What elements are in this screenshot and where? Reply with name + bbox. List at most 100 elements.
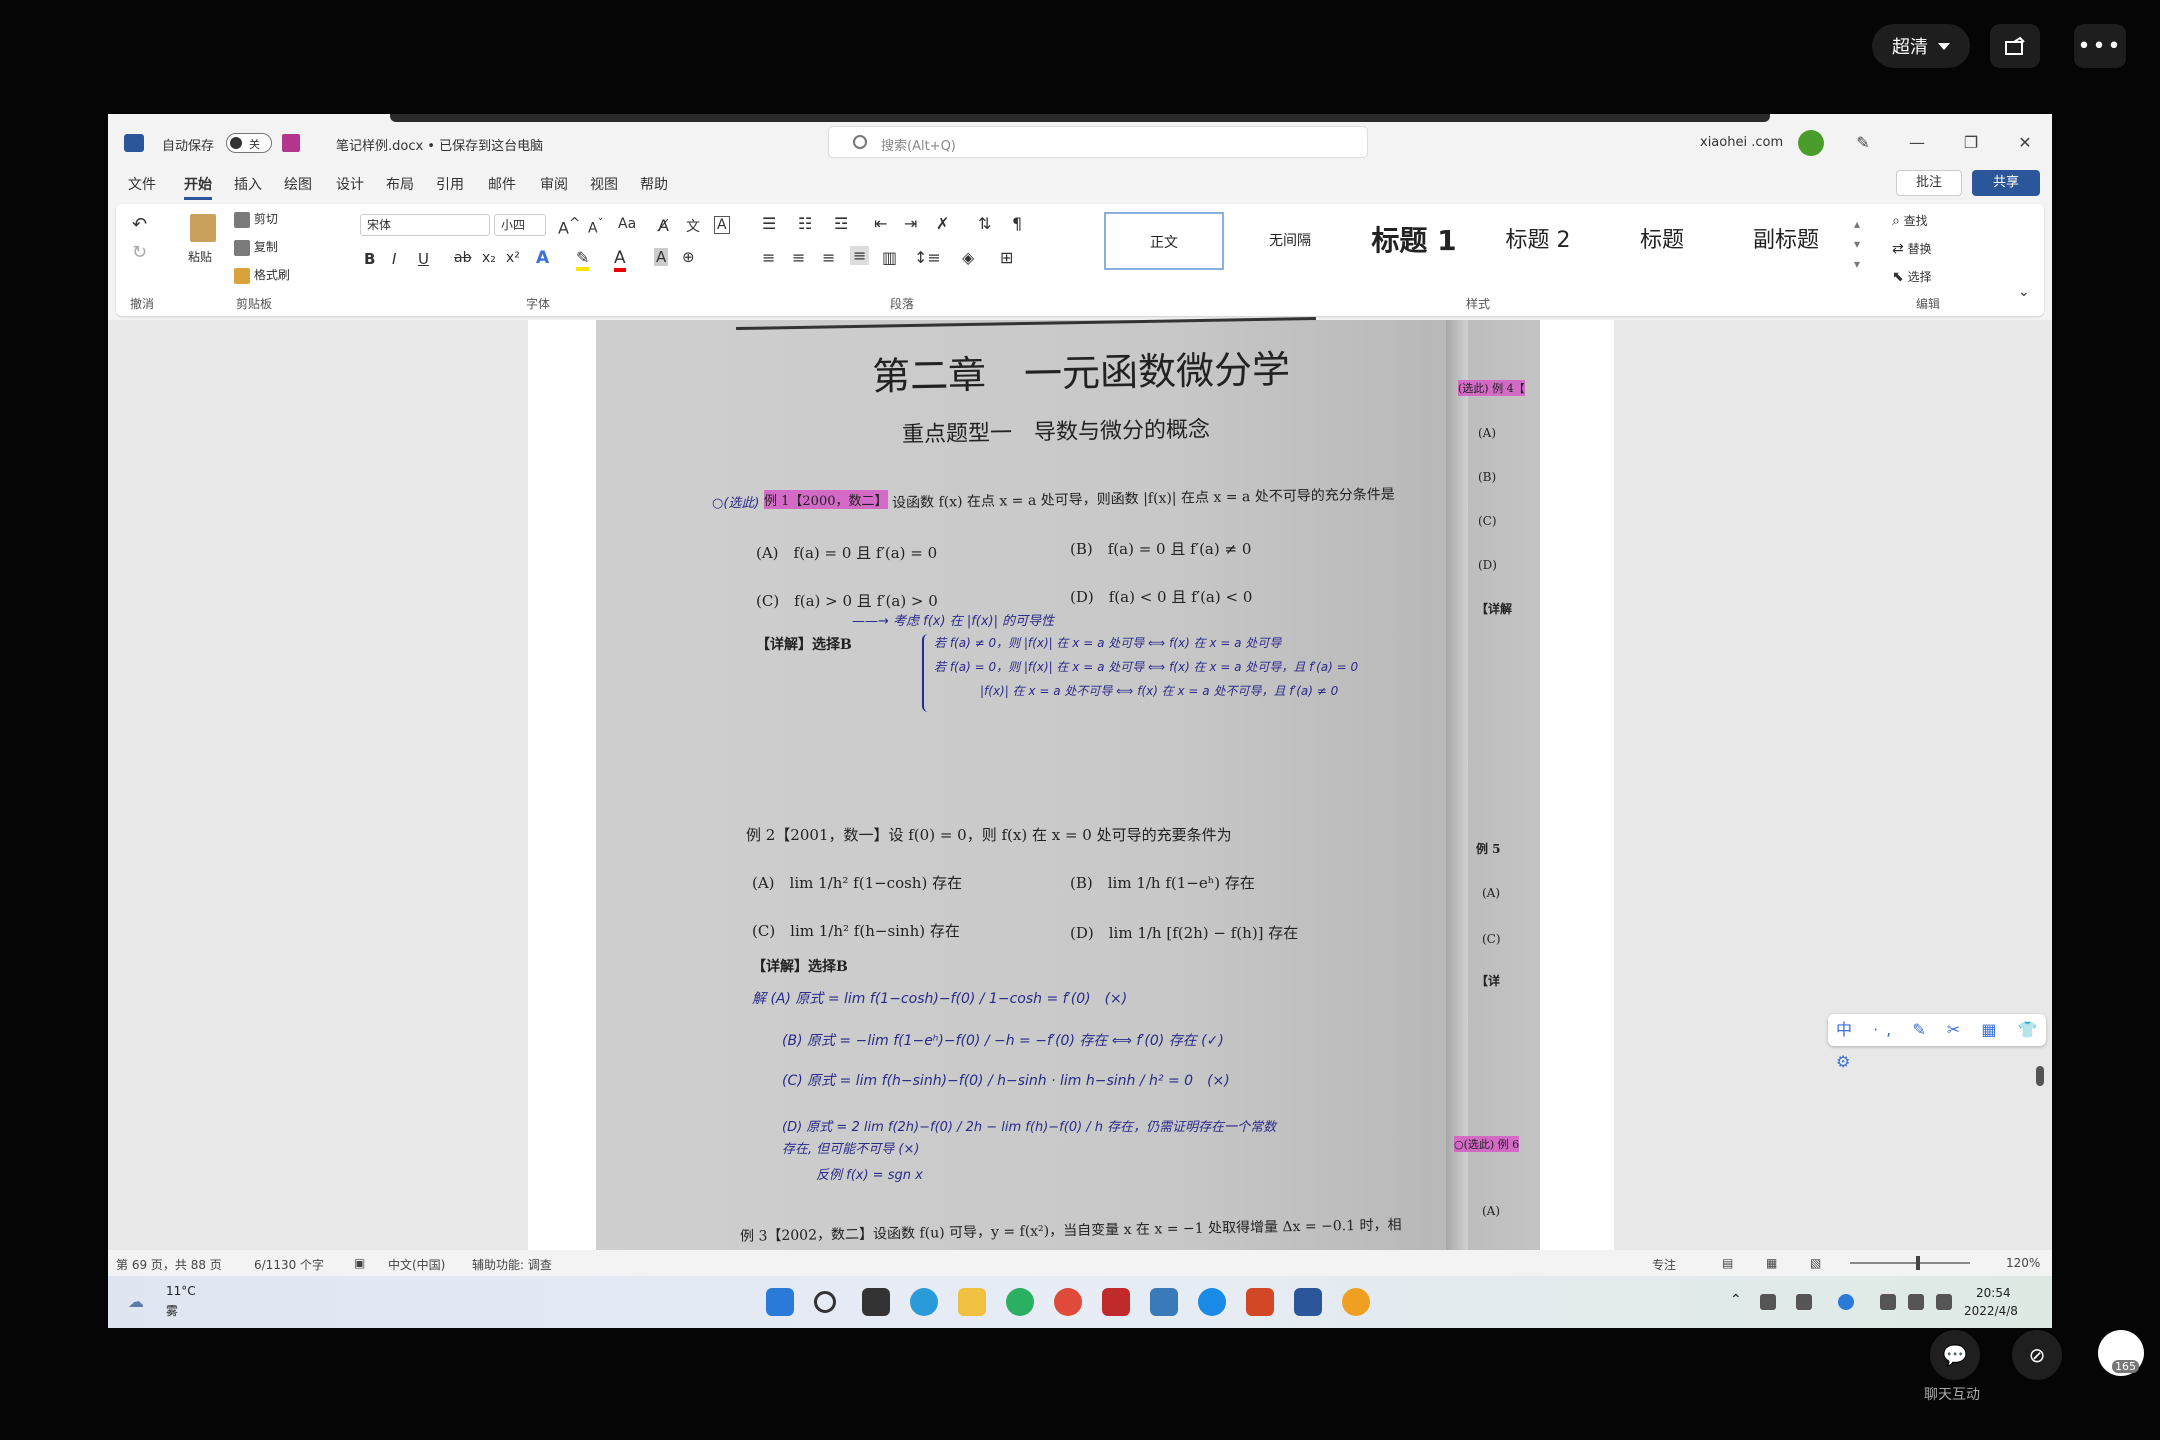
language[interactable]: 中文(中国) [388, 1256, 445, 1273]
focus-mode[interactable]: 专注 [1652, 1256, 1676, 1273]
tab-mailings[interactable]: 邮件 [488, 174, 516, 194]
font-name-select[interactable]: 宋体 [360, 214, 490, 236]
tab-home[interactable]: 开始 [184, 174, 212, 200]
char-shading-icon[interactable]: A [654, 248, 669, 266]
numbering-icon[interactable]: ☷ [798, 214, 812, 233]
justify-icon[interactable]: ≡ [850, 246, 870, 265]
sort-icon[interactable]: ⇅ [978, 214, 991, 233]
tray-chevron-icon[interactable]: ⌃ [1730, 1292, 1742, 1308]
phonetic-icon[interactable]: 文 [686, 216, 700, 236]
photos-icon[interactable] [1150, 1288, 1178, 1316]
proofing-icon[interactable]: ▣ [354, 1256, 365, 1270]
volume-icon[interactable] [1908, 1294, 1924, 1310]
ime-tray-icon[interactable] [1796, 1294, 1812, 1310]
document-title[interactable]: 笔记样例.docx • 已保存到这台电脑 [336, 135, 543, 154]
align-left-icon[interactable]: ≡ [762, 248, 775, 267]
autosave-toggle[interactable]: 关 [226, 133, 272, 153]
close-button[interactable]: ✕ [2012, 130, 2038, 156]
tab-draw[interactable]: 绘图 [284, 174, 312, 194]
search-input[interactable]: 搜索(Alt+Q) [828, 126, 1368, 158]
select-button[interactable]: ⬉ 选择 [1892, 268, 1932, 285]
tab-references[interactable]: 引用 [436, 174, 464, 194]
decrease-indent-icon[interactable]: ⇤ [874, 214, 887, 233]
italic-button[interactable]: I [392, 250, 396, 268]
tab-design[interactable]: 设计 [336, 174, 364, 194]
wifi-icon[interactable] [1880, 1294, 1896, 1310]
tab-review[interactable]: 审阅 [540, 174, 568, 194]
explorer-icon[interactable] [958, 1288, 986, 1316]
page-count[interactable]: 第 69 页，共 88 页 [116, 1256, 222, 1273]
align-right-icon[interactable]: ≡ [822, 248, 835, 267]
read-mode-icon[interactable]: ▤ [1722, 1256, 1733, 1270]
show-marks-icon[interactable]: ¶ [1012, 214, 1022, 233]
taskview-icon[interactable] [862, 1288, 890, 1316]
distributed-icon[interactable]: ▥ [882, 248, 897, 267]
enclose-char-icon[interactable]: ⊕ [682, 248, 695, 266]
zoom-slider[interactable] [1850, 1256, 1970, 1270]
clear-format-icon[interactable]: A̸ [658, 216, 669, 235]
pen-icon[interactable]: ✎ [1850, 130, 1876, 156]
style-normal[interactable]: 正文 [1104, 212, 1224, 270]
wechat-icon[interactable] [1006, 1288, 1034, 1316]
char-border-icon[interactable]: A [714, 216, 730, 234]
format-painter-button[interactable]: 格式刷 [234, 266, 290, 284]
shading-icon[interactable]: ◈ [962, 248, 974, 267]
font-color-icon[interactable]: A [614, 248, 626, 272]
chrome-icon[interactable] [1054, 1288, 1082, 1316]
edge-icon[interactable] [910, 1288, 938, 1316]
app2-icon[interactable] [1342, 1288, 1370, 1316]
style-heading2[interactable]: 标题 2 [1478, 212, 1598, 270]
start-icon[interactable] [766, 1288, 794, 1316]
bold-button[interactable]: B [364, 250, 375, 268]
superscript-icon[interactable]: x² [506, 250, 520, 266]
style-subtitle[interactable]: 副标题 [1726, 212, 1846, 270]
account-name[interactable]: xiaohei .com [1700, 135, 1783, 150]
find-button[interactable]: ⌕ 查找 [1892, 212, 1928, 229]
tab-insert[interactable]: 插入 [234, 174, 262, 194]
share-button[interactable]: 共享 [1972, 170, 2040, 196]
battery-icon[interactable] [1936, 1294, 1952, 1310]
paste-label[interactable]: 粘贴 [188, 248, 212, 265]
clock-time[interactable]: 20:54 [1976, 1286, 2011, 1300]
word-icon[interactable] [1294, 1288, 1322, 1316]
save-icon[interactable] [282, 134, 300, 152]
word-count[interactable]: 6/1130 个字 [254, 1256, 324, 1273]
styles-scroll-icon[interactable]: ▴ ▾ ▾ [1854, 214, 1860, 274]
collapse-ribbon-icon[interactable]: ⌄ [2018, 284, 2030, 300]
replace-button[interactable]: ⇄ 替换 [1892, 240, 1932, 257]
web-layout-icon[interactable]: ▧ [1810, 1256, 1821, 1270]
paste-button[interactable] [190, 214, 216, 242]
underline-button[interactable]: U [418, 250, 429, 268]
strikethrough-icon[interactable]: ab [454, 250, 471, 266]
line-spacing-icon[interactable]: ↕≡ [914, 248, 941, 267]
vertical-scrollbar[interactable] [2036, 1066, 2044, 1086]
tab-layout[interactable]: 布局 [386, 174, 414, 194]
tab-help[interactable]: 帮助 [640, 174, 668, 194]
media-icon[interactable] [1102, 1288, 1130, 1316]
chinese-layout-icon[interactable]: ✗ [936, 214, 949, 233]
zoom-level[interactable]: 120% [2006, 1256, 2040, 1270]
increase-indent-icon[interactable]: ⇥ [904, 214, 917, 233]
borders-icon[interactable]: ⊞ [1000, 248, 1013, 267]
highlight-icon[interactable]: ✎ [576, 248, 590, 271]
avatar[interactable] [1798, 130, 1824, 156]
subscript-icon[interactable]: x₂ [482, 250, 496, 266]
cut-button[interactable]: 剪切 [234, 210, 278, 228]
copy-button[interactable]: 复制 [234, 238, 278, 256]
tab-file[interactable]: 文件 [128, 174, 156, 194]
style-title[interactable]: 标题 [1602, 212, 1722, 270]
style-heading1[interactable]: 标题 1 [1354, 212, 1474, 270]
undo-icon[interactable]: ↶ [132, 214, 147, 235]
share-screen-button[interactable] [1990, 24, 2040, 68]
font-size-select[interactable]: 小四 [494, 214, 546, 236]
redo-icon[interactable]: ↻ [132, 242, 147, 263]
comments-button[interactable]: 批注 [1896, 170, 1962, 196]
shrink-font-icon[interactable]: Aˇ [588, 216, 603, 237]
restore-button[interactable]: ❐ [1958, 130, 1984, 156]
accessibility-status[interactable]: 辅助功能: 调查 [472, 1256, 552, 1273]
tab-view[interactable]: 视图 [590, 174, 618, 194]
quality-selector[interactable]: 超清 [1872, 24, 1970, 68]
microphone-icon[interactable] [1760, 1294, 1776, 1310]
align-center-icon[interactable]: ≡ [792, 248, 805, 267]
interact-button[interactable]: ⊘ [2012, 1330, 2062, 1380]
